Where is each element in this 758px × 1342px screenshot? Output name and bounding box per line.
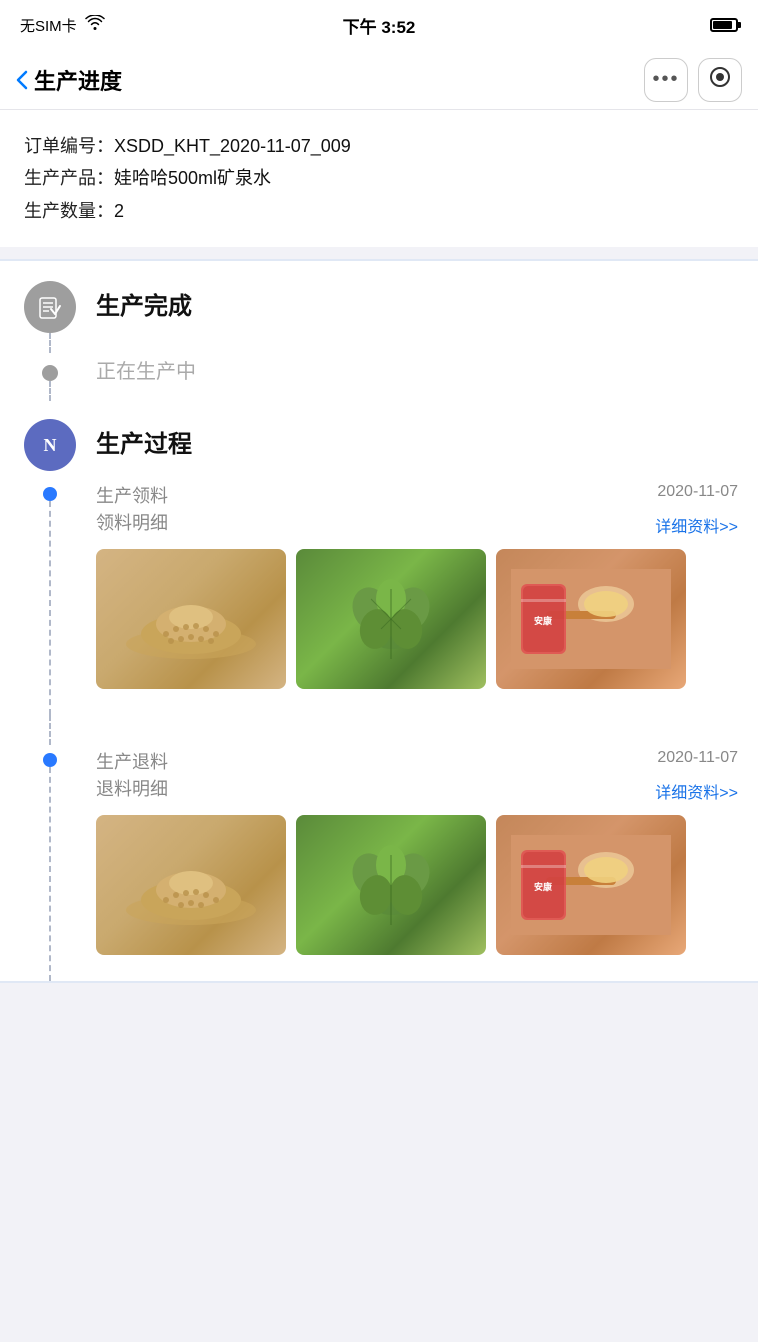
product-row: 生产产品：娃哈哈500ml矿泉水 <box>24 162 734 194</box>
step2-subname: 退料明细 <box>96 776 168 803</box>
svg-text:N: N <box>44 435 57 455</box>
spice-image-1[interactable]: 安康 <box>496 549 686 689</box>
grain-image-2[interactable] <box>96 815 286 955</box>
completed-icon-col <box>20 281 80 353</box>
process-header-row: N 生产过程 <box>0 403 758 479</box>
step1-name: 生产领料 <box>96 483 168 510</box>
process-icon-col: N <box>20 419 80 471</box>
spacer-content <box>80 715 738 745</box>
step2-detail-link[interactable]: 详细资料>> <box>655 779 738 803</box>
back-button[interactable]: 生产进度 <box>16 64 122 96</box>
step2-image-grid: 安康 <box>96 815 738 955</box>
status-time: 下午 3:52 <box>343 13 416 38</box>
quantity-value: 2 <box>114 201 124 221</box>
completed-content: 生产完成 <box>80 281 738 333</box>
step1-left <box>20 479 80 715</box>
step1-subrow: 领料明细 详细资料>> <box>96 510 738 537</box>
process-title-content: 生产过程 <box>80 419 738 471</box>
step1-date: 2020-11-07 <box>657 483 738 501</box>
spacer-left <box>20 715 80 745</box>
line-after-completed <box>49 333 51 353</box>
order-no-row: 订单编号：XSDD_KHT_2020-11-07_009 <box>24 130 734 162</box>
line-after-inprogress <box>49 381 51 401</box>
process-section-title: 生产过程 <box>96 419 738 471</box>
step1-content: 生产领料 2020-11-07 领料明细 详细资料>> <box>80 479 738 715</box>
svg-text:安康: 安康 <box>534 615 553 626</box>
order-info: 订单编号：XSDD_KHT_2020-11-07_009 生产产品：娃哈哈500… <box>0 110 758 247</box>
record-icon <box>709 66 731 93</box>
step2-line <box>49 767 51 981</box>
step1-image-grid: 安康 <box>96 549 738 689</box>
step2-content: 生产退料 2020-11-07 退料明细 详细资料>> <box>80 745 738 981</box>
carrier-label: 无SIM卡 <box>20 15 77 36</box>
status-right <box>710 18 738 32</box>
battery-icon <box>710 18 738 32</box>
step1-header: 生产领料 2020-11-07 <box>96 483 738 510</box>
step2-dot <box>43 753 57 767</box>
grain-image-1[interactable] <box>96 549 286 689</box>
inprogress-row: 正在生产中 <box>0 361 758 403</box>
step1-dot <box>43 487 57 501</box>
step2-date: 2020-11-07 <box>657 749 738 767</box>
step1-line <box>49 501 51 715</box>
hops-image-1[interactable] <box>296 549 486 689</box>
completed-row: 生产完成 <box>0 281 758 353</box>
main-card: 生产完成 正在生产中 N 生产过程 <box>0 259 758 983</box>
wifi-icon <box>85 15 105 35</box>
more-button[interactable]: ••• <box>644 58 688 102</box>
svg-text:安康: 安康 <box>534 881 553 892</box>
step-spacer <box>0 715 758 745</box>
order-no-value: XSDD_KHT_2020-11-07_009 <box>114 136 351 156</box>
status-bar: 无SIM卡 下午 3:52 <box>0 0 758 50</box>
spice-image-2[interactable]: 安康 <box>496 815 686 955</box>
order-no-label: 订单编号： <box>24 136 114 156</box>
nav-bar: 生产进度 ••• <box>0 50 758 110</box>
quantity-label: 生产数量： <box>24 201 114 221</box>
completed-icon <box>24 281 76 333</box>
nav-title: 生产进度 <box>34 64 122 96</box>
nav-actions: ••• <box>644 58 742 102</box>
step1-detail-link[interactable]: 详细资料>> <box>655 513 738 537</box>
spacer-line <box>49 715 51 745</box>
inprogress-icon-col <box>20 361 80 401</box>
completed-title: 生产完成 <box>96 281 738 333</box>
more-icon: ••• <box>652 68 679 91</box>
hops-image-2[interactable] <box>296 815 486 955</box>
step1-row: 生产领料 2020-11-07 领料明细 详细资料>> <box>0 479 758 715</box>
product-label: 生产产品： <box>24 168 114 188</box>
product-value: 娃哈哈500ml矿泉水 <box>114 168 271 188</box>
step2-header: 生产退料 2020-11-07 <box>96 749 738 776</box>
status-left: 无SIM卡 <box>20 15 105 36</box>
inprogress-dot <box>42 365 58 381</box>
step1-subname: 领料明细 <box>96 510 168 537</box>
process-icon: N <box>24 419 76 471</box>
step2-subrow: 退料明细 详细资料>> <box>96 776 738 803</box>
inprogress-label: 正在生产中 <box>96 361 738 383</box>
inprogress-content: 正在生产中 <box>80 361 738 403</box>
step2-left <box>20 745 80 981</box>
step2-name: 生产退料 <box>96 749 168 776</box>
step2-row: 生产退料 2020-11-07 退料明细 详细资料>> <box>0 745 758 981</box>
quantity-row: 生产数量：2 <box>24 195 734 227</box>
record-button[interactable] <box>698 58 742 102</box>
